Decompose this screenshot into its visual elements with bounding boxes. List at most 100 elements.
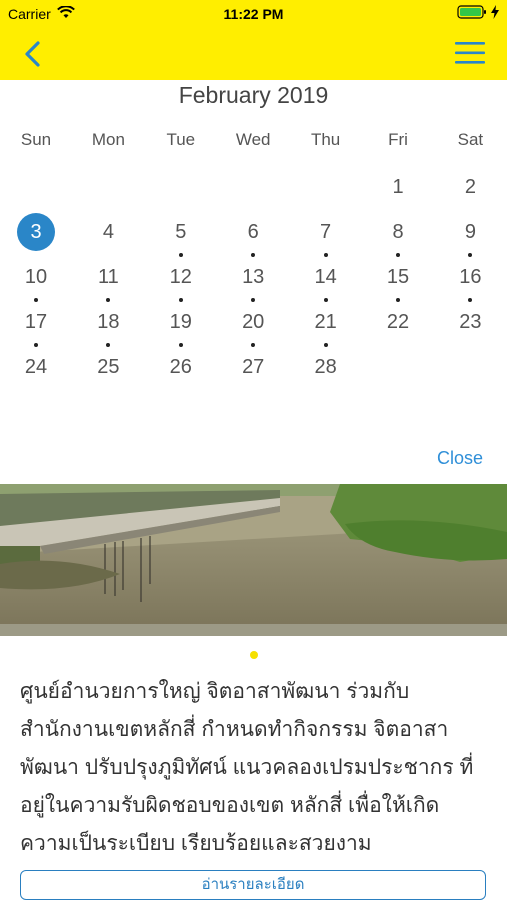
calendar-day-number: 12 [169,266,192,288]
event-dot-icon [468,253,473,257]
weekday-header: Sun Mon Tue Wed Thu Fri Sat [0,130,507,154]
photo-canal-landscape [0,484,507,636]
calendar-day-number: 13 [242,266,265,288]
calendar-day-number: 5 [175,221,187,243]
menu-button[interactable] [455,40,485,66]
calendar-day-number: 15 [386,266,410,288]
close-button[interactable]: Close [437,448,483,469]
weekday-label: Mon [91,130,125,149]
calendar-day-number: 9 [464,221,476,243]
charging-bolt-icon [491,5,499,22]
event-dot-icon [34,298,38,302]
event-dot-icon [178,298,183,302]
calendar-day-number: 28 [314,356,337,378]
calendar-day[interactable]: 10 [0,258,72,302]
event-dot-icon [178,343,183,347]
calendar-day[interactable]: 4 [72,213,144,257]
event-dot-icon [251,298,256,302]
calendar-day-number: 23 [459,311,482,333]
carousel-indicator [0,646,507,664]
calendar-day[interactable]: 25 [72,348,144,392]
news-description: ศูนย์อำนวยการใหญ่ จิตอาสาพัฒนา ร่วมกับ ส… [20,680,474,855]
weekday-label: Wed [235,130,271,149]
calendar-day-selected[interactable]: 3 [0,213,72,257]
calendar-day[interactable]: 26 [145,348,217,392]
calendar-day-number: 22 [386,311,410,333]
calendar-day[interactable]: 23 [434,303,506,347]
event-dot-icon [323,298,328,302]
event-dot-icon [468,298,473,302]
calendar-day[interactable]: 9 [434,213,506,257]
calendar-day-number: 11 [98,266,119,288]
calendar-day-number: 26 [169,356,192,378]
event-dot-icon [106,343,111,347]
news-photo[interactable] [0,484,507,636]
calendar-day[interactable]: 28 [290,348,362,392]
event-dot-icon [34,343,38,347]
calendar-day-number: 1 [392,176,404,198]
calendar-grid: 1 2 3 4 5 6 7 8 9 10 11 12 13 14 15 16 17 18 19 20 21 22 23 24 2… [0,168,507,398]
calendar-day[interactable]: 12 [145,258,217,302]
calendar-day[interactable]: 16 [434,258,506,302]
calendar-day-number: 16 [459,266,482,288]
calendar-day[interactable]: 11 [72,258,144,302]
calendar-day-number: 27 [242,356,265,378]
weekday-label: Fri [388,130,408,149]
calendar-day-number: 18 [97,311,120,333]
calendar-day[interactable]: 14 [290,258,362,302]
calendar-day[interactable]: 27 [217,348,289,392]
calendar-day[interactable]: 18 [72,303,144,347]
calendar-day-number: 10 [24,266,48,288]
calendar-day-number: 4 [102,221,114,243]
calendar-day[interactable]: 13 [217,258,289,302]
event-dot-icon [251,253,256,257]
calendar-day-number: 19 [169,311,192,333]
event-dot-icon [106,298,111,302]
event-dot-icon [396,298,400,302]
weekday-label: Sun [20,130,52,149]
event-dot-icon [323,343,328,347]
calendar-day[interactable]: 21 [290,303,362,347]
calendar-day-number: 25 [97,356,120,378]
battery-indicator [457,5,499,22]
weekday-label: Sat [457,130,484,149]
calendar-day[interactable]: 2 [434,168,506,212]
calendar-day[interactable]: 7 [290,213,362,257]
event-dot-icon [323,253,328,257]
calendar-day-number: 2 [464,176,476,198]
battery-icon [457,5,487,22]
calendar-day-number: 8 [392,221,404,243]
calendar-day-number: 17 [24,311,48,333]
nav-bar [0,28,507,80]
weekday-label: Tue [166,130,196,149]
calendar-day[interactable]: 1 [362,168,434,212]
clock: 11:22 PM [223,6,284,22]
event-dot-icon [251,343,256,347]
calendar-day[interactable]: 15 [362,258,434,302]
calendar-day-number: 6 [247,221,259,243]
month-title: February 2019 [178,82,329,108]
back-button[interactable] [18,38,50,70]
calendar-day[interactable]: 22 [362,303,434,347]
calendar-day-number: 14 [314,266,337,288]
calendar-day-number: 7 [320,221,332,243]
calendar-day-number: 21 [314,311,337,333]
calendar-day-number: 3 [17,213,55,251]
calendar-day[interactable]: 17 [0,303,72,347]
weekday-label: Thu [310,130,341,149]
read-more-button[interactable]: อ่านรายละเอียด [20,870,486,900]
hamburger-menu-icon [455,42,485,64]
calendar-day-number: 24 [24,356,48,378]
calendar-day[interactable]: 6 [217,213,289,257]
event-dot-icon [178,253,183,257]
calendar-day[interactable]: 20 [217,303,289,347]
calendar-day[interactable]: 8 [362,213,434,257]
status-bar: Carrier 11:22 PM [0,0,507,28]
calendar-day[interactable]: 19 [145,303,217,347]
calendar-day[interactable]: 24 [0,348,72,392]
event-dot-icon [396,253,400,257]
calendar-day-number: 20 [242,311,265,333]
chevron-left-icon [25,41,40,67]
carousel-dot-active[interactable] [249,651,258,659]
calendar-day[interactable]: 5 [145,213,217,257]
